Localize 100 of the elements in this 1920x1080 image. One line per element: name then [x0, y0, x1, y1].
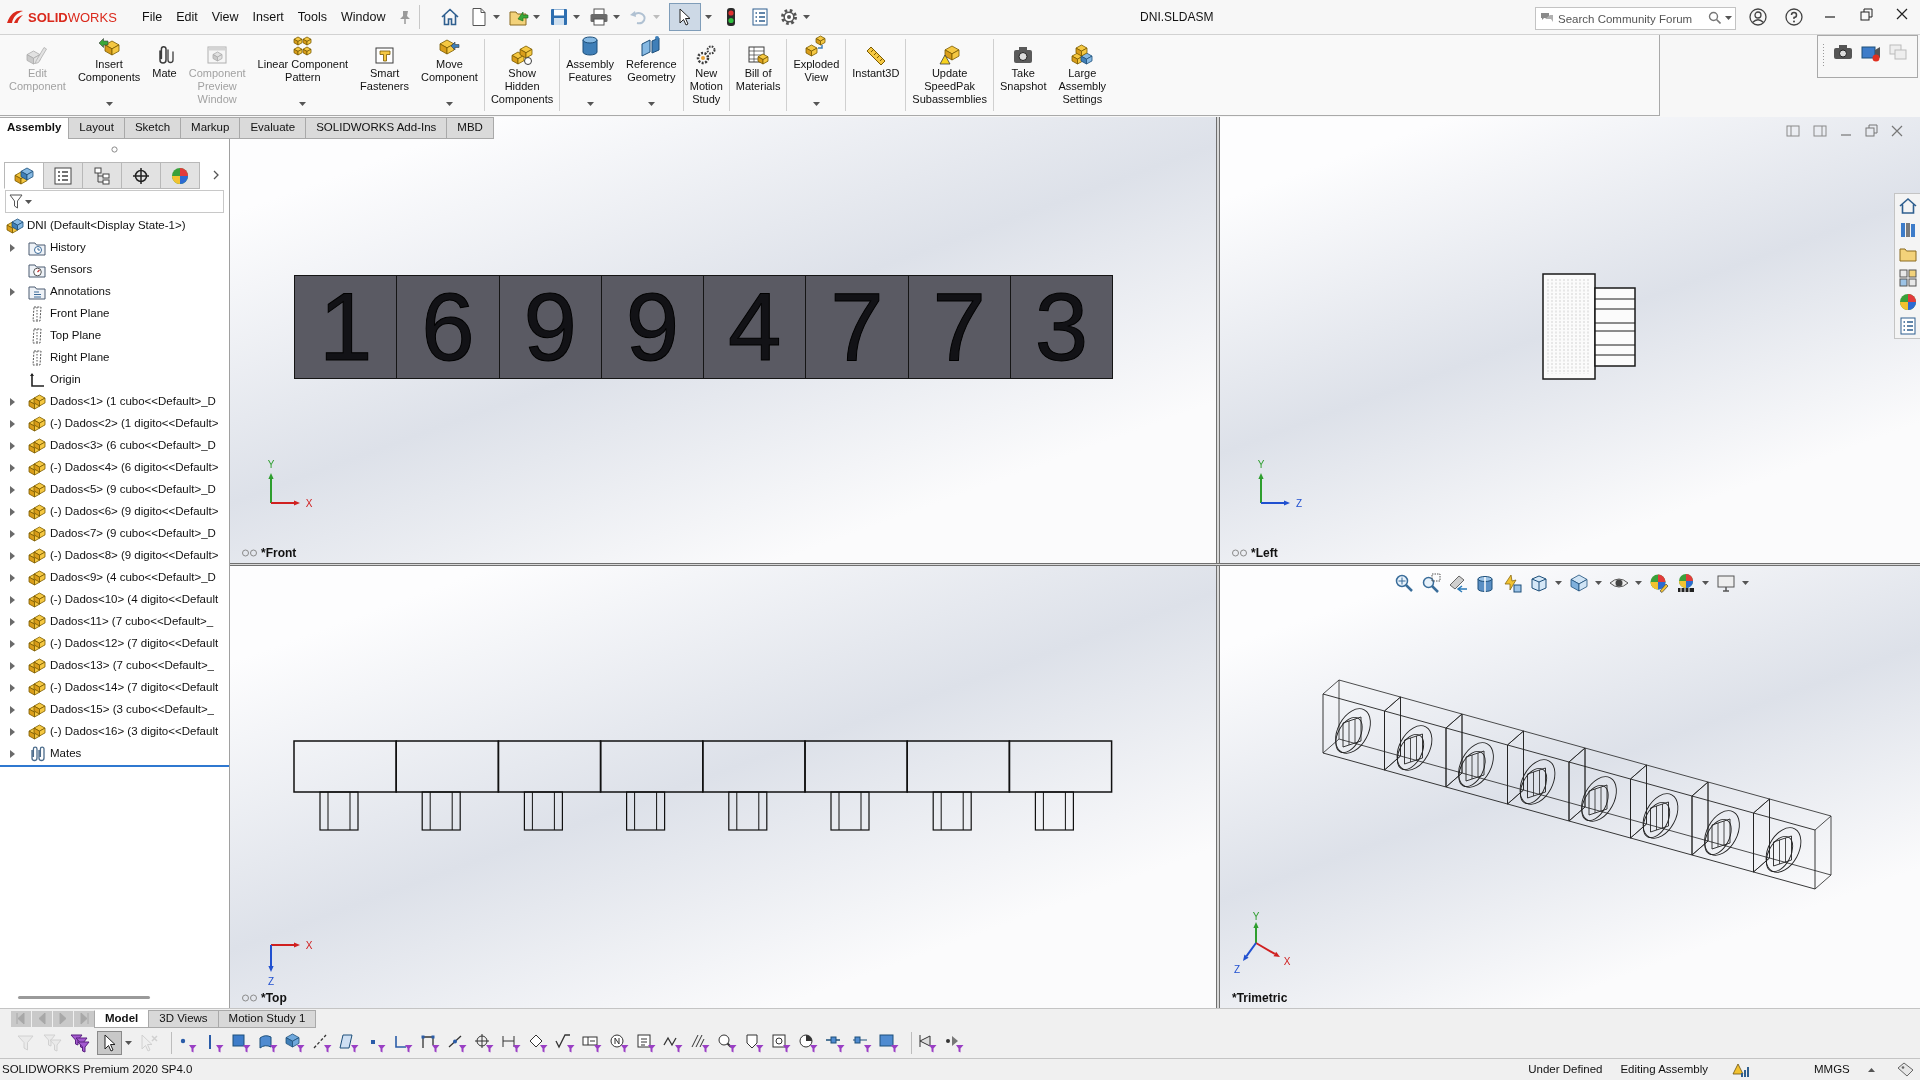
tree-item[interactable]: Dados<15> (3 cubo<<Default>_	[50, 701, 214, 719]
ribbon-button[interactable]: Assembly Features	[560, 35, 620, 115]
panel-tab[interactable]	[121, 162, 161, 189]
face-filter-icon[interactable]	[231, 1033, 251, 1053]
caret-icon[interactable]	[445, 102, 453, 106]
menu-item[interactable]: Tools	[290, 7, 335, 27]
palette-icon[interactable]	[1898, 269, 1917, 287]
units-selector[interactable]: MMGS	[1814, 1060, 1858, 1079]
caret-icon[interactable]	[1702, 581, 1709, 585]
ribbon-button[interactable]: Smart Fasteners	[354, 35, 416, 115]
caret-icon[interactable]	[10, 552, 15, 560]
monitor-icon[interactable]	[1716, 573, 1736, 593]
caret-icon[interactable]	[1867, 1067, 1875, 1072]
tree-item[interactable]: Origin	[50, 371, 81, 389]
menu-item[interactable]: View	[204, 7, 246, 27]
caret-icon[interactable]	[10, 596, 15, 604]
ribbon-button[interactable]: Take Snapshot	[993, 35, 1053, 115]
help-icon[interactable]	[1785, 8, 1803, 26]
ribbon-button[interactable]: Exploded View	[787, 35, 846, 115]
tool-button[interactable]	[668, 3, 701, 31]
panel-tab[interactable]	[4, 162, 44, 189]
tree-item[interactable]: Dados<11> (7 cubo<<Default>_	[50, 613, 214, 631]
ribbon-tab[interactable]: Layout	[68, 117, 125, 139]
books-icon[interactable]	[1898, 221, 1917, 239]
color-ball-icon[interactable]	[1676, 573, 1696, 593]
axis-filter-icon[interactable]	[312, 1033, 332, 1053]
tag-icon[interactable]	[1896, 1061, 1914, 1078]
connection-point-filter-icon[interactable]	[852, 1033, 872, 1053]
ribbon-button[interactable]: Move Component	[415, 35, 484, 115]
detail-circle-filter-icon[interactable]	[717, 1033, 737, 1053]
plane-filter-icon[interactable]	[339, 1033, 359, 1053]
ribbon-tab[interactable]: SOLIDWORKS Add-Ins	[305, 117, 448, 139]
tree-item[interactable]: Sensors	[50, 261, 93, 279]
caret-icon[interactable]	[612, 15, 620, 19]
horizontal-scrollbar[interactable]	[18, 996, 150, 999]
grip-icon[interactable]	[111, 145, 118, 153]
cube-icon[interactable]	[1569, 573, 1589, 593]
caret-icon[interactable]	[10, 508, 15, 516]
ribbon-tab[interactable]: Evaluate	[239, 117, 307, 139]
caret-icon[interactable]	[1742, 581, 1749, 585]
list-icon[interactable]	[749, 7, 770, 27]
gtol-filter-icon[interactable]	[582, 1033, 602, 1053]
caret-icon[interactable]	[10, 574, 15, 582]
ribbon-button[interactable]: Reference Geometry	[619, 35, 683, 115]
ribbon-button[interactable]: New Motion Study	[683, 35, 729, 115]
restore-icon[interactable]	[1859, 8, 1873, 21]
note-filter-icon[interactable]	[636, 1033, 656, 1053]
tree-item[interactable]: (-) Dados<16> (3 digito<<Default	[50, 723, 219, 741]
ribbon-tab[interactable]: Sketch	[123, 117, 182, 139]
caret-icon[interactable]	[10, 662, 15, 670]
caret-icon[interactable]	[1635, 581, 1642, 585]
caret-icon[interactable]	[10, 486, 15, 494]
ribbon-button[interactable]: Insert Components	[71, 35, 147, 115]
caret-icon[interactable]	[1595, 581, 1602, 585]
tree-item[interactable]: Right Plane	[50, 349, 110, 367]
chevron-right-icon[interactable]	[213, 170, 219, 180]
cylinder-icon[interactable]	[1475, 573, 1495, 593]
caret-icon[interactable]	[25, 199, 32, 204]
bottom-tab[interactable]: Model	[94, 1010, 150, 1028]
search-field[interactable]: Search Community Forum	[1535, 7, 1736, 30]
floppy-icon[interactable]	[548, 7, 569, 27]
tube-arrow-icon[interactable]	[1448, 573, 1468, 593]
ribbon-tab[interactable]: MBD	[446, 117, 494, 139]
list-icon[interactable]	[1898, 317, 1917, 335]
ribbon-button[interactable]: Instant3D	[846, 35, 906, 115]
pin-icon[interactable]	[398, 10, 411, 24]
block-filter-icon[interactable]	[771, 1033, 791, 1053]
filter-field[interactable]	[5, 190, 224, 213]
caret-icon[interactable]	[125, 1041, 132, 1045]
caret-icon[interactable]	[105, 102, 113, 106]
caret-icon[interactable]	[10, 706, 15, 714]
magnifier-icon[interactable]	[1421, 573, 1441, 593]
tree-item[interactable]: (-) Dados<6> (9 digito<<Default>	[50, 503, 219, 521]
hatch-filter-icon[interactable]	[690, 1033, 710, 1053]
color-ball-icon[interactable]	[1898, 293, 1917, 311]
caret-icon[interactable]	[10, 464, 15, 472]
video-camera-icon[interactable]	[1861, 44, 1881, 62]
ribbon-button[interactable]: Show Hidden Components	[484, 35, 560, 115]
tree-item[interactable]: Mates	[50, 745, 82, 763]
ribbon-button[interactable]: Mate	[146, 35, 183, 115]
sketch-segment-filter-icon[interactable]	[393, 1033, 413, 1053]
tree-item[interactable]: DNI (Default<Display State-1>)	[27, 217, 186, 235]
center-mark-filter-icon[interactable]	[474, 1033, 494, 1053]
gear-icon[interactable]	[778, 7, 799, 27]
tree-item[interactable]: Front Plane	[50, 305, 110, 323]
cube-icon[interactable]	[1529, 573, 1549, 593]
caret-icon[interactable]	[586, 102, 594, 106]
surface-finish-filter-icon[interactable]	[555, 1033, 575, 1053]
ribbon-button[interactable]: Update SpeedPak Subassemblies	[906, 35, 993, 115]
caret-icon[interactable]	[1725, 15, 1732, 20]
camera-icon[interactable]	[1833, 44, 1853, 60]
caret-icon[interactable]	[10, 728, 15, 736]
solid-filter-icon[interactable]	[285, 1033, 305, 1053]
polyline-filter-icon[interactable]	[420, 1033, 440, 1053]
home-icon[interactable]	[1898, 197, 1917, 215]
user-icon[interactable]	[1749, 8, 1767, 26]
caret-icon[interactable]	[10, 244, 15, 252]
menu-item[interactable]: Window	[334, 7, 393, 27]
rebuild-warning-icon[interactable]	[1732, 1061, 1750, 1078]
bottom-tab[interactable]: 3D Views	[148, 1010, 219, 1028]
